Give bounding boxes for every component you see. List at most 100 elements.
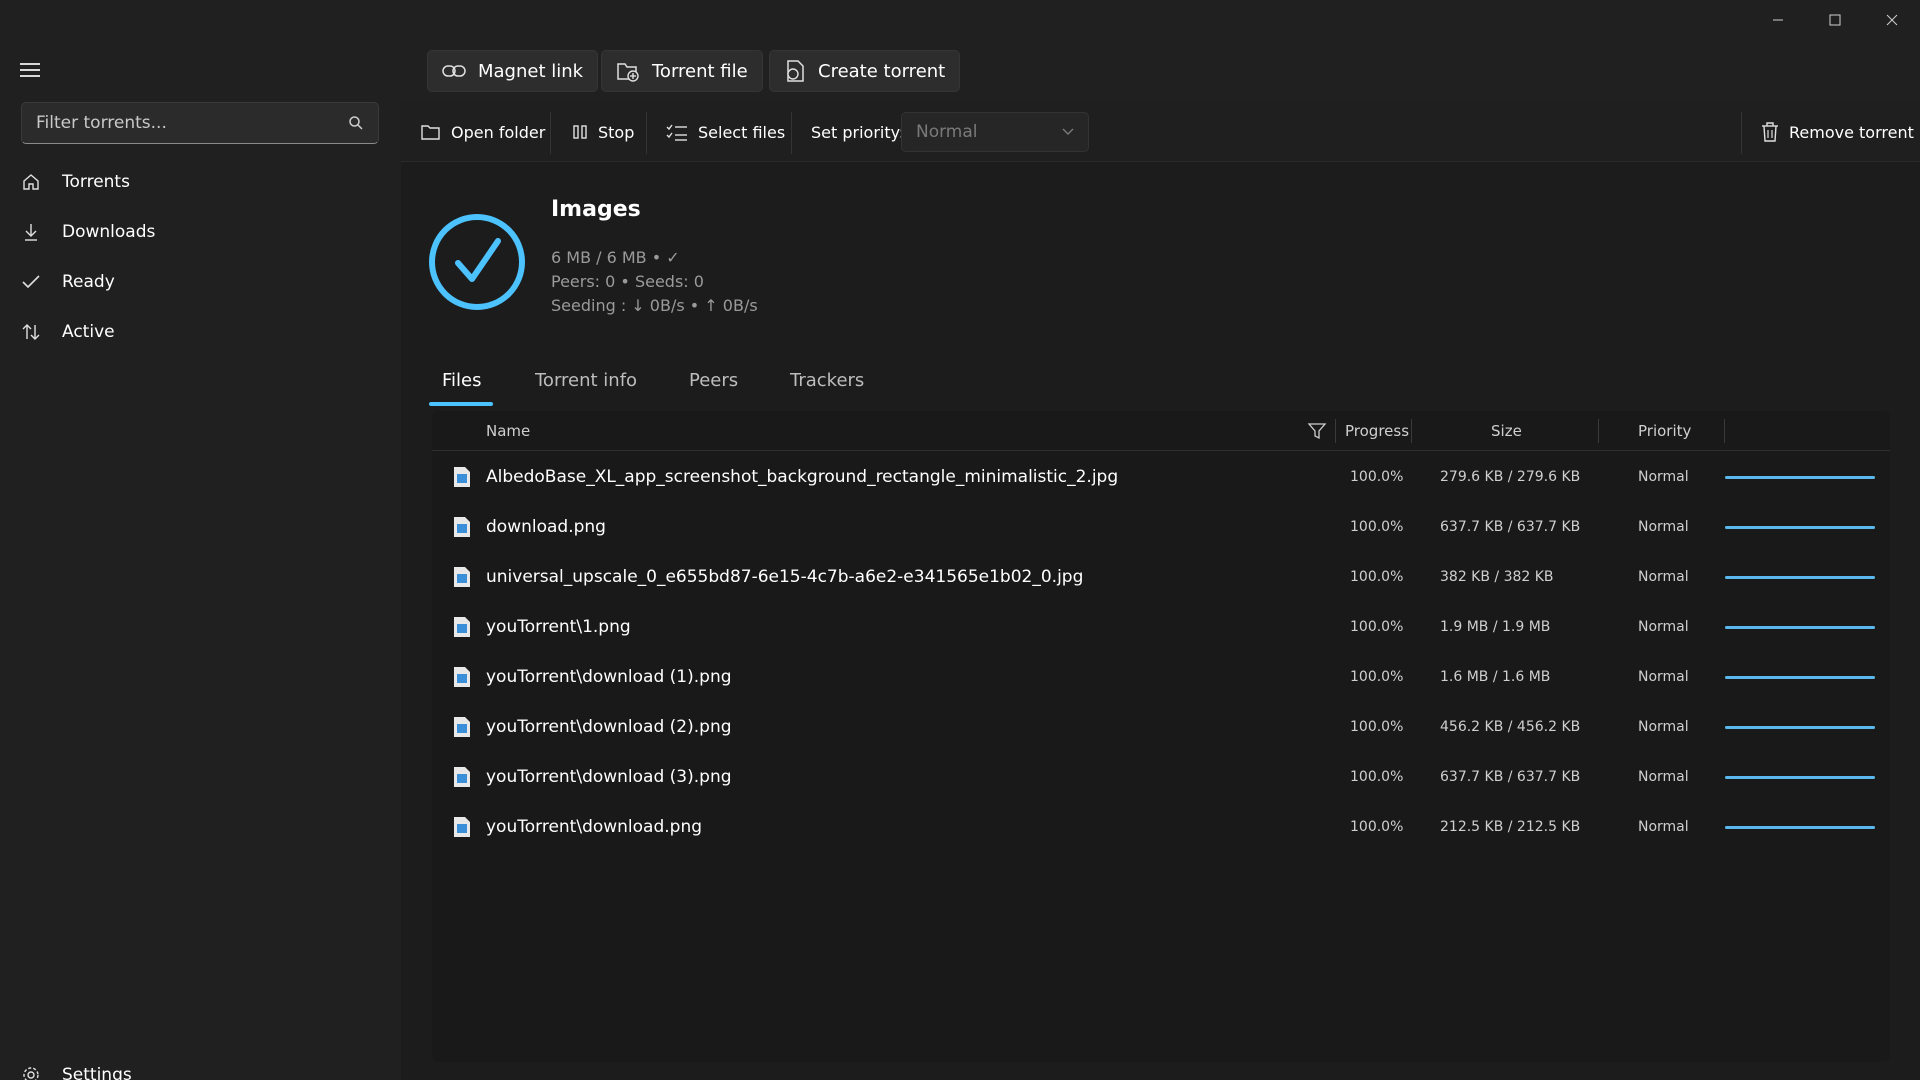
sidebar-item-active[interactable]: Active [0,307,390,357]
sidebar-item-torrents[interactable]: Torrents [0,157,390,207]
filter-icon[interactable] [1307,421,1327,441]
header-priority[interactable]: Priority [1638,411,1691,451]
table-row[interactable]: download.png 100.0% 637.7 KB / 637.7 KB … [432,502,1890,552]
select-files-button[interactable]: Select files [666,102,785,162]
image-file-icon [453,802,471,852]
file-size: 1.9 MB / 1.9 MB [1440,619,1551,635]
torrent-size: 6 MB / 6 MB • ✓ [551,248,680,267]
file-size: 1.6 MB / 1.6 MB [1440,669,1551,685]
priority-dropdown[interactable]: Normal [901,112,1089,152]
tab-peers[interactable]: Peers [689,370,738,391]
create-torrent-button[interactable]: Create torrent [769,50,961,92]
progress-bar [1725,476,1875,479]
progress-bar-fill [1725,576,1875,579]
header-size[interactable]: Size [1491,411,1522,451]
files-table: Name Progress Size Priority AlbedoBase_X… [432,411,1890,1062]
progress-bar [1725,676,1875,679]
table-row[interactable]: youTorrent\download.png 100.0% 212.5 KB … [432,802,1890,852]
table-row[interactable]: youTorrent\download (3).png 100.0% 637.7… [432,752,1890,802]
sidebar-item-ready[interactable]: Ready [0,257,390,307]
check-icon [20,271,42,293]
column-separator [1598,419,1599,443]
file-progress: 100.0% [1350,819,1404,835]
tab-torrent-info[interactable]: Torrent info [535,370,637,391]
set-priority-label: Set priority: [811,122,905,142]
select-files-label: Select files [698,122,786,142]
gear-icon [20,1064,42,1080]
progress-bar [1725,726,1875,729]
minimize-button[interactable] [1749,0,1806,40]
window-controls [1749,0,1920,40]
magnet-link-button[interactable]: Magnet link [427,50,599,92]
stop-button[interactable]: Stop [572,102,634,162]
file-progress: 100.0% [1350,719,1404,735]
sidebar-item-downloads[interactable]: Downloads [0,207,390,257]
image-file-icon [453,552,471,602]
file-size: 279.6 KB / 279.6 KB [1440,469,1581,485]
torrent-peers: Peers: 0 • Seeds: 0 [551,272,704,291]
image-file-icon [453,652,471,702]
file-size: 637.7 KB / 637.7 KB [1440,519,1581,535]
column-separator [1724,419,1725,443]
folder-icon [421,125,440,140]
app-window: Torrents Downloads Ready Active Settings [0,0,1920,1080]
table-row[interactable]: universal_upscale_0_e655bd87-6e15-4c7b-a… [432,552,1890,602]
file-size: 637.7 KB / 637.7 KB [1440,769,1581,785]
remove-torrent-button[interactable]: Remove torrent [1761,102,1914,162]
progress-bar-fill [1725,826,1875,829]
hamburger-menu-icon[interactable] [20,60,44,80]
search-icon[interactable] [348,115,364,131]
header-name[interactable]: Name [486,411,530,451]
file-name: youTorrent\download.png [486,817,703,837]
file-name: youTorrent\1.png [486,617,631,637]
top-toolbar: Magnet link Torrent file Create torrent [401,40,1920,102]
divider [550,112,551,154]
search-input[interactable] [36,113,348,133]
torrent-title: Images [551,197,641,222]
image-file-icon [453,502,471,552]
header-progress[interactable]: Progress [1345,411,1409,451]
file-progress: 100.0% [1350,669,1404,685]
file-priority: Normal [1638,819,1689,835]
progress-bar-fill [1725,726,1875,729]
create-torrent-label: Create torrent [818,60,946,82]
file-progress: 100.0% [1350,769,1404,785]
image-file-icon [453,702,471,752]
image-file-icon [453,602,471,652]
torrent-file-button[interactable]: Torrent file [601,50,763,92]
file-name: AlbedoBase_XL_app_screenshot_background_… [486,467,1119,487]
divider [1741,112,1742,154]
file-priority: Normal [1638,619,1689,635]
open-folder-button[interactable]: Open folder [421,102,545,162]
close-button[interactable] [1863,0,1920,40]
progress-bar [1725,826,1875,829]
file-size: 382 KB / 382 KB [1440,569,1554,585]
sidebar-item-settings[interactable]: Settings [0,1050,390,1080]
maximize-button[interactable] [1806,0,1863,40]
progress-bar-fill [1725,526,1875,529]
image-file-icon [453,752,471,802]
file-name: download.png [486,517,606,537]
file-priority: Normal [1638,469,1689,485]
stop-label: Stop [598,122,635,142]
file-priority: Normal [1638,519,1689,535]
table-row[interactable]: youTorrent\download (2).png 100.0% 456.2… [432,702,1890,752]
sidebar-item-label: Downloads [62,222,156,242]
table-row[interactable]: AlbedoBase_XL_app_screenshot_background_… [432,452,1890,502]
minimize-icon [1772,19,1783,21]
remove-torrent-label: Remove torrent [1789,122,1914,142]
progress-bar-fill [1725,676,1875,679]
image-file-icon [453,452,471,502]
progress-bar-fill [1725,776,1875,779]
file-name: universal_upscale_0_e655bd87-6e15-4c7b-a… [486,567,1084,587]
table-row[interactable]: youTorrent\download (1).png 100.0% 1.6 M… [432,652,1890,702]
torrent-file-label: Torrent file [652,60,748,82]
column-separator [1411,419,1412,443]
tab-files[interactable]: Files [442,370,482,391]
table-row[interactable]: youTorrent\1.png 100.0% 1.9 MB / 1.9 MB … [432,602,1890,652]
folder-add-icon [617,63,639,82]
chevron-down-icon [1062,128,1074,135]
tab-trackers[interactable]: Trackers [790,370,864,391]
progress-bar [1725,526,1875,529]
table-header: Name Progress Size Priority [432,411,1890,451]
